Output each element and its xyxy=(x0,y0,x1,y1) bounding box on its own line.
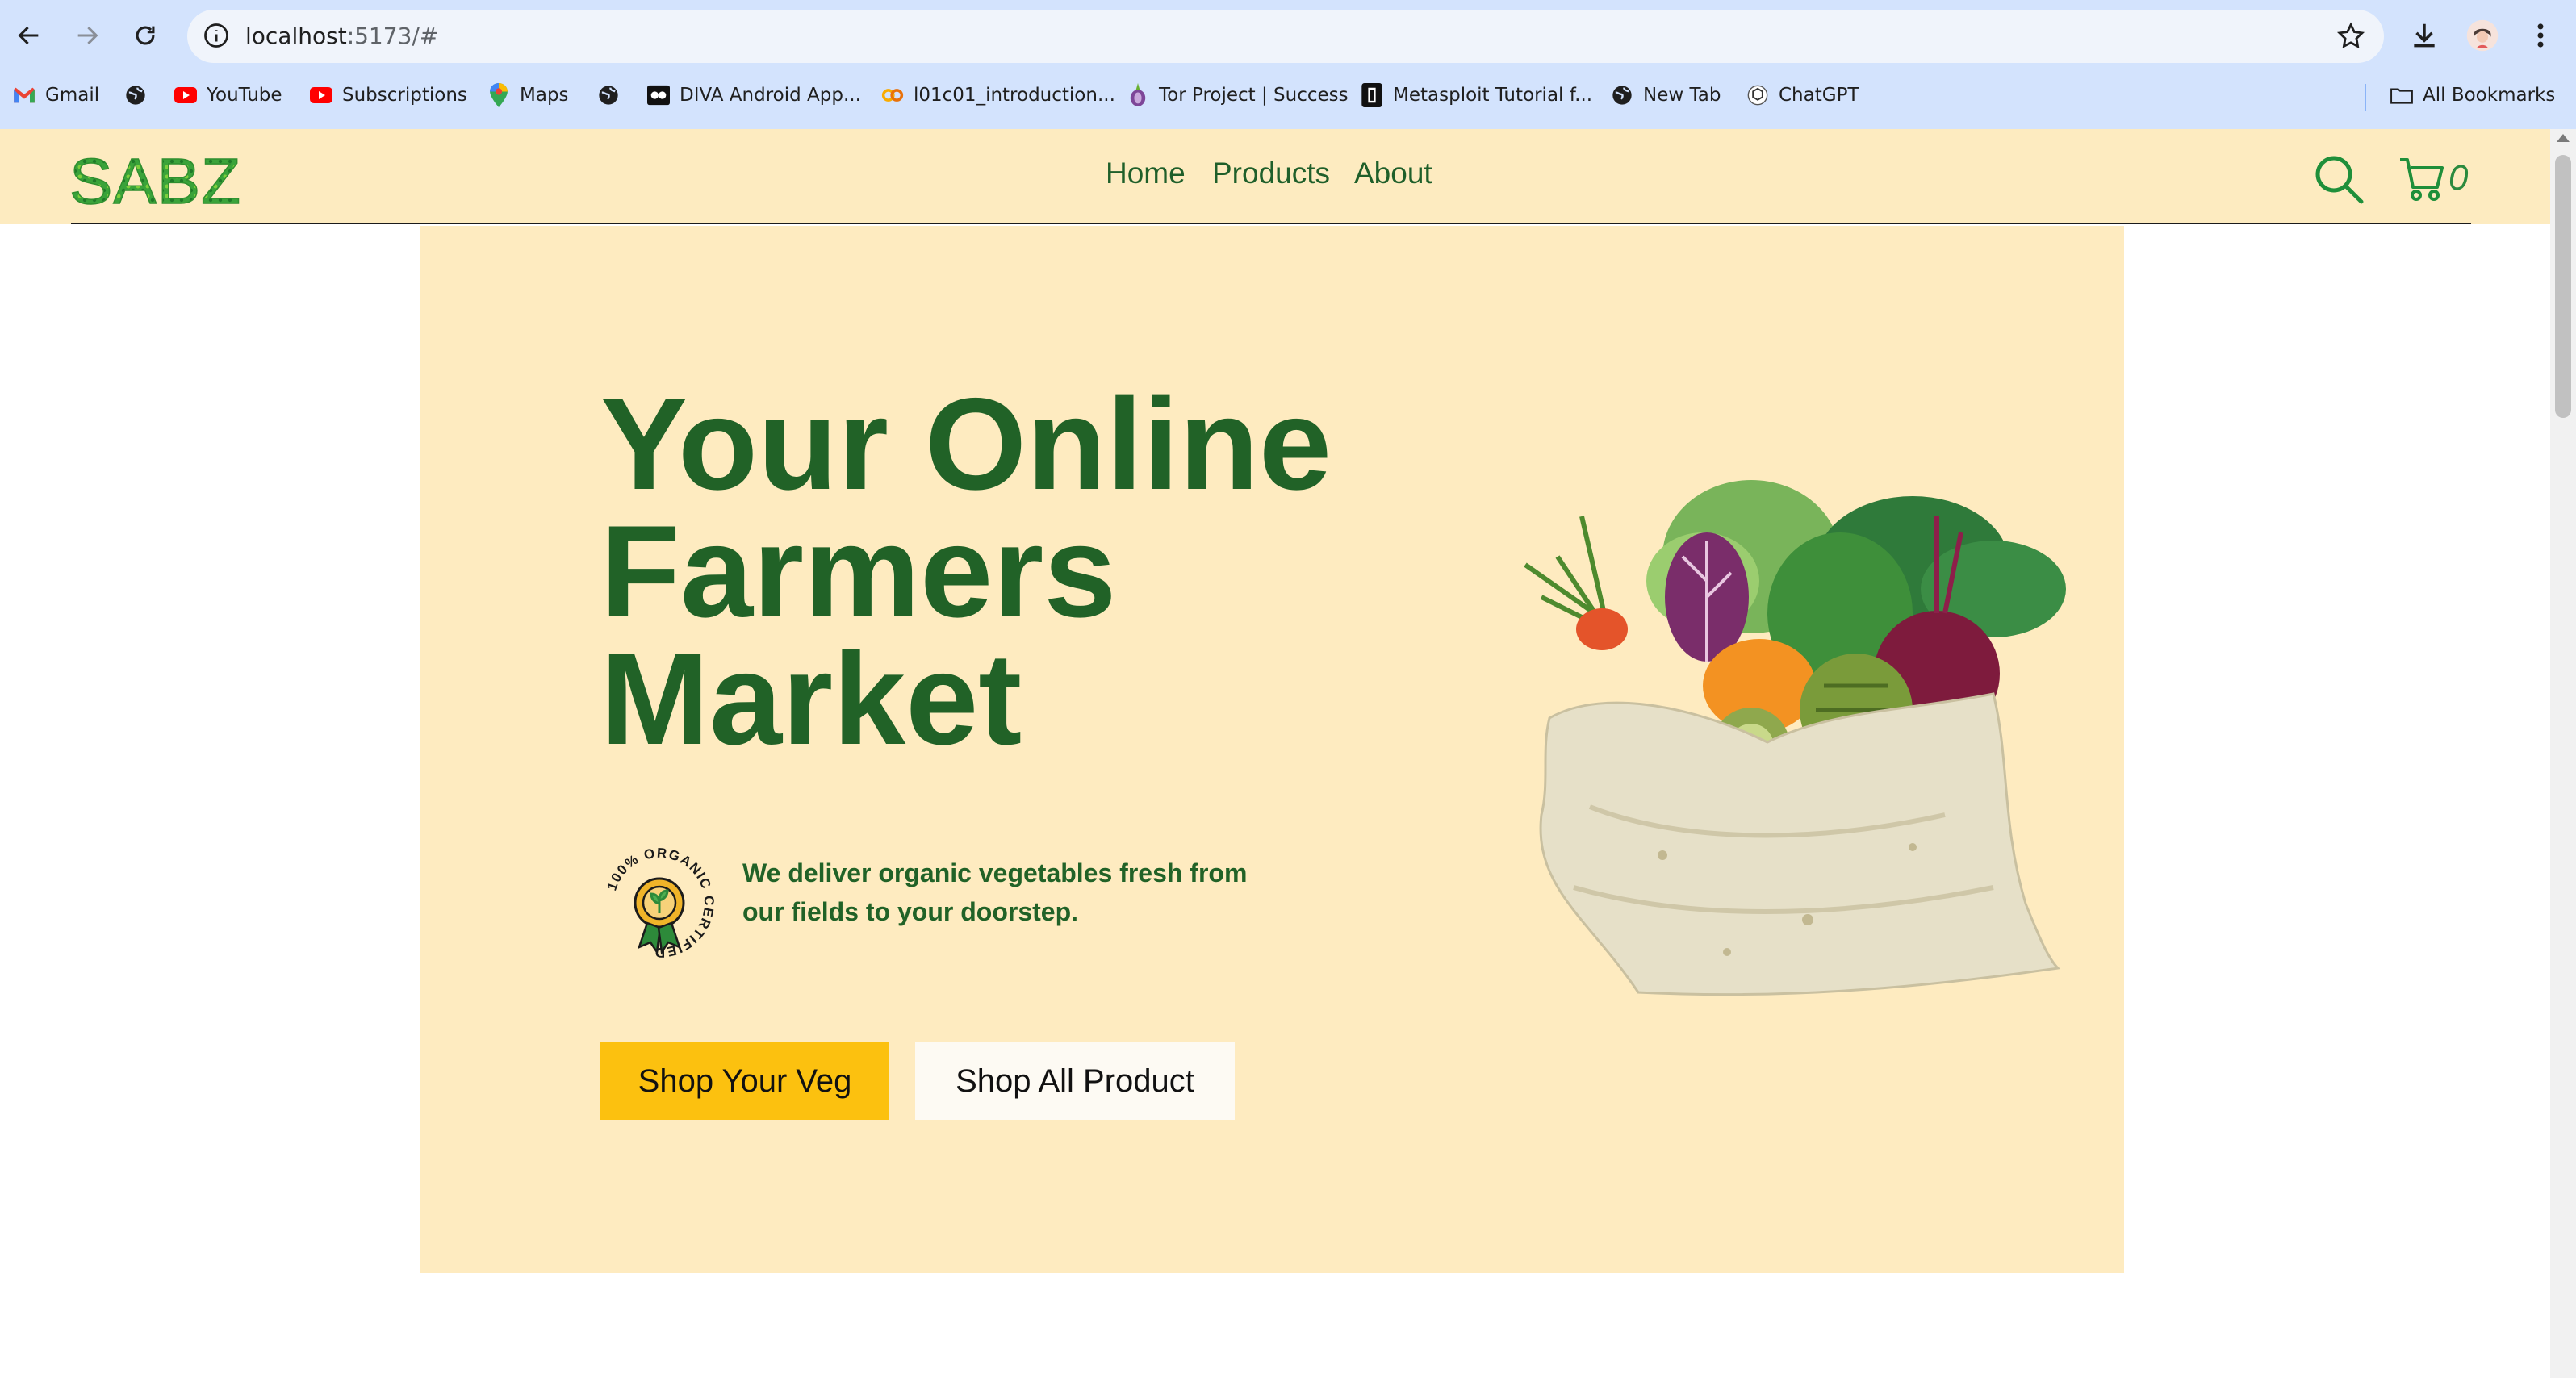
svg-text:SABZI: SABZI xyxy=(69,145,245,213)
nav-about[interactable]: About xyxy=(1354,157,1432,190)
profile-avatar[interactable] xyxy=(2463,16,2502,55)
gmail-icon xyxy=(13,84,36,106)
maps-icon xyxy=(487,83,510,107)
hero-section: Your Online Farmers Market 100% ORGANIC … xyxy=(420,226,2124,1273)
diva-icon xyxy=(647,84,670,106)
vegetable-bag-illustration xyxy=(1461,468,2090,1017)
menu-kebab-icon[interactable] xyxy=(2521,16,2560,55)
shop-your-veg-button[interactable]: Shop Your Veg xyxy=(600,1042,889,1120)
bookmark-metasploit[interactable]: Metasploit Tutorial f... xyxy=(1361,81,1592,110)
all-bookmarks[interactable]: All Bookmarks xyxy=(2390,81,2555,110)
bookmark-diva[interactable]: DIVA Android App... xyxy=(647,81,861,110)
url-text: localhost:5173/# xyxy=(245,23,439,49)
header-divider xyxy=(71,223,2471,224)
bookmark-new-tab[interactable]: New Tab xyxy=(1611,81,1721,110)
bookmark-star-icon[interactable] xyxy=(2336,21,2366,52)
bookmark-gmail[interactable]: Gmail xyxy=(13,81,99,110)
tor-icon xyxy=(1127,83,1149,106)
colab-icon xyxy=(881,84,904,106)
bookmark-maps[interactable]: Maps xyxy=(487,81,569,110)
chatgpt-icon xyxy=(1746,84,1769,106)
reload-icon[interactable] xyxy=(124,15,166,56)
youtube-icon xyxy=(174,84,197,106)
web-page: SABZI Home Products About 0 Your Online … xyxy=(0,129,2550,1378)
bookmark-globe-2[interactable] xyxy=(597,81,620,110)
organic-certified-badge-icon: 100% ORGANIC CERTIFIED xyxy=(599,842,720,963)
forward-icon[interactable] xyxy=(66,15,108,56)
bookmark-youtube[interactable]: YouTube xyxy=(174,81,282,110)
bookmarks-bar: Gmail YouTube Subscriptions Maps DIVA An… xyxy=(0,76,2576,115)
metasploit-icon xyxy=(1361,83,1383,107)
sabzi-logo[interactable]: SABZI xyxy=(68,144,260,218)
hero-title: Your Online Farmers Market xyxy=(600,371,1332,772)
bookmark-colab[interactable]: l01c01_introduction... xyxy=(881,81,1115,110)
nav-home[interactable]: Home xyxy=(1106,157,1186,190)
hero-tagline: We deliver organic vegetables fresh from… xyxy=(742,858,1248,926)
globe-icon xyxy=(1611,84,1633,106)
bookmark-globe-1[interactable] xyxy=(124,81,147,110)
cart-count: 0 xyxy=(2448,158,2469,198)
download-icon[interactable] xyxy=(2405,16,2444,55)
back-icon[interactable] xyxy=(8,15,50,56)
cart-icon[interactable] xyxy=(2398,155,2445,202)
site-info-icon[interactable] xyxy=(202,21,231,50)
shop-all-product-button[interactable]: Shop All Product xyxy=(915,1042,1235,1120)
scrollbar-thumb[interactable] xyxy=(2555,155,2571,418)
globe-icon xyxy=(597,84,620,106)
address-bar[interactable]: localhost:5173/# xyxy=(187,10,2384,63)
scroll-up-icon[interactable] xyxy=(2557,134,2570,142)
page-scrollbar[interactable] xyxy=(2550,129,2576,1378)
folder-icon xyxy=(2390,84,2413,106)
bookmark-tor[interactable]: Tor Project | Success xyxy=(1127,81,1349,110)
youtube-icon xyxy=(310,84,332,106)
browser-chrome: localhost:5173/# Gmail YouTube Subscript… xyxy=(0,0,2576,129)
bookmark-chatgpt[interactable]: ChatGPT xyxy=(1746,81,1859,110)
bookmark-subscriptions[interactable]: Subscriptions xyxy=(310,81,467,110)
bookmarks-divider xyxy=(2365,84,2366,111)
globe-icon xyxy=(124,84,147,106)
site-header: SABZI Home Products About 0 xyxy=(0,129,2550,224)
search-icon[interactable] xyxy=(2313,153,2366,205)
nav-products[interactable]: Products xyxy=(1212,157,1330,190)
